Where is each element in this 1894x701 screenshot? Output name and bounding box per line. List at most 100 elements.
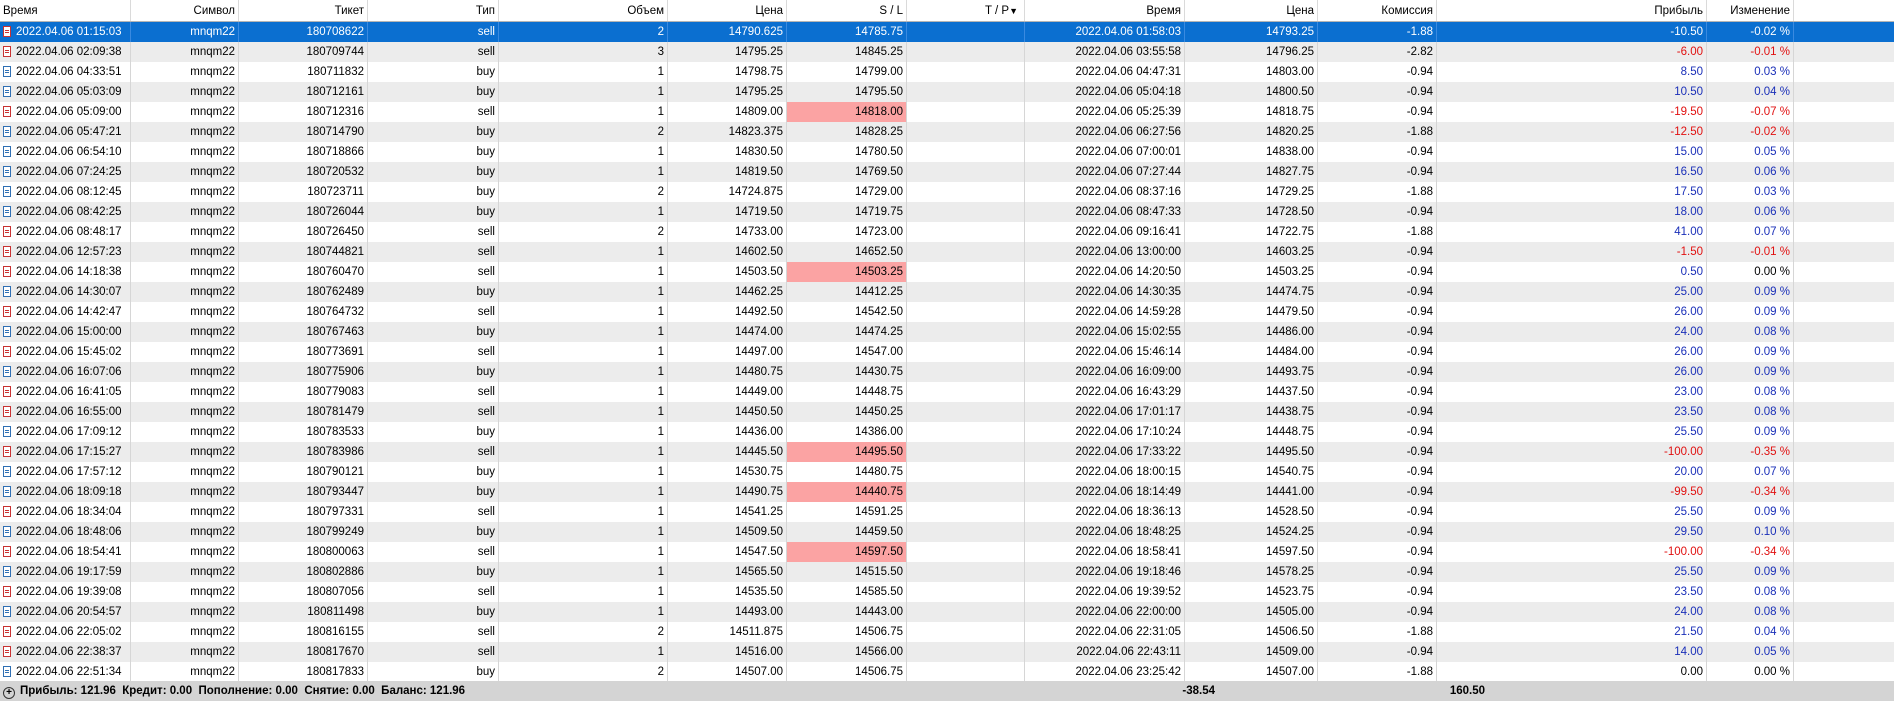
- table-row[interactable]: 2022.04.06 16:41:05 mnqm22 180779083 sell 1 1…: [0, 382, 1894, 402]
- table-row[interactable]: 2022.04.06 02:09:38 mnqm22 180709744 sell 3 1…: [0, 42, 1894, 62]
- table-row[interactable]: 2022.04.06 06:54:10 mnqm22 180718866 buy 1 14…: [0, 142, 1894, 162]
- table-row[interactable]: 2022.04.06 19:17:59 mnqm22 180802886 buy 1 14…: [0, 562, 1894, 582]
- cell-open-time: 2022.04.06 14:30:07: [0, 282, 131, 302]
- table-row[interactable]: 2022.04.06 18:34:04 mnqm22 180797331 sell 1 1…: [0, 502, 1894, 522]
- cell-take-profit: [907, 642, 1025, 662]
- cell-open-price: 14474.00: [668, 322, 787, 342]
- cell-close-price: 14493.75: [1185, 362, 1318, 382]
- sell-order-icon: [3, 446, 11, 457]
- cell-volume: 2: [499, 182, 668, 202]
- table-row[interactable]: 2022.04.06 14:42:47 mnqm22 180764732 sell 1 1…: [0, 302, 1894, 322]
- buy-order-icon: [3, 286, 11, 297]
- cell-volume: 1: [499, 342, 668, 362]
- table-row[interactable]: 2022.04.06 05:09:00 mnqm22 180712316 sell 1 1…: [0, 102, 1894, 122]
- table-row[interactable]: 2022.04.06 19:39:08 mnqm22 180807056 sell 1 1…: [0, 582, 1894, 602]
- cell-change: 0.07 %: [1707, 462, 1794, 482]
- open-time-text: 2022.04.06 17:09:12: [16, 426, 122, 438]
- table-row[interactable]: 2022.04.06 05:03:09 mnqm22 180712161 buy 1 14…: [0, 82, 1894, 102]
- expand-plus-icon[interactable]: +: [3, 687, 15, 699]
- table-row[interactable]: 2022.04.06 22:38:37 mnqm22 180817670 sell 1 1…: [0, 642, 1894, 662]
- table-row[interactable]: 2022.04.06 05:47:21 mnqm22 180714790 buy 2 14…: [0, 122, 1894, 142]
- header-symbol[interactable]: Символ: [131, 0, 239, 21]
- open-time-text: 2022.04.06 22:05:02: [16, 626, 122, 638]
- sell-order-icon: [3, 266, 11, 277]
- cell-type: buy: [368, 422, 499, 442]
- header-type[interactable]: Тип: [368, 0, 499, 21]
- table-row[interactable]: 2022.04.06 14:18:38 mnqm22 180760470 sell 1 1…: [0, 262, 1894, 282]
- cell-volume: 1: [499, 502, 668, 522]
- cell-open-time: 2022.04.06 20:54:57: [0, 602, 131, 622]
- header-take-profit[interactable]: T / P ▼: [907, 0, 1025, 21]
- cell-change: 0.04 %: [1707, 82, 1794, 102]
- header-ticket[interactable]: Тикет: [239, 0, 368, 21]
- cell-change: 0.09 %: [1707, 302, 1794, 322]
- table-row[interactable]: 2022.04.06 15:45:02 mnqm22 180773691 sell 1 1…: [0, 342, 1894, 362]
- cell-stop-loss: 14652.50: [787, 242, 907, 262]
- table-row[interactable]: 2022.04.06 08:48:17 mnqm22 180726450 sell 2 1…: [0, 222, 1894, 242]
- table-row[interactable]: 2022.04.06 22:05:02 mnqm22 180816155 sell 2 1…: [0, 622, 1894, 642]
- cell-open-time: 2022.04.06 18:09:18: [0, 482, 131, 502]
- table-row[interactable]: 2022.04.06 17:57:12 mnqm22 180790121 buy 1 14…: [0, 462, 1894, 482]
- header-commission[interactable]: Комиссия: [1318, 0, 1437, 21]
- cell-stop-loss: 14440.75: [787, 482, 907, 502]
- cell-type: buy: [368, 162, 499, 182]
- table-row[interactable]: 2022.04.06 17:15:27 mnqm22 180783986 sell 1 1…: [0, 442, 1894, 462]
- cell-open-price: 14719.50: [668, 202, 787, 222]
- table-row[interactable]: 2022.04.06 22:51:34 mnqm22 180817833 buy 2 14…: [0, 662, 1894, 682]
- header-open-price[interactable]: Цена: [668, 0, 787, 21]
- cell-commission: -0.94: [1318, 322, 1437, 342]
- table-row[interactable]: 2022.04.06 16:55:00 mnqm22 180781479 sell 1 1…: [0, 402, 1894, 422]
- cell-close-time: 2022.04.06 22:31:05: [1025, 622, 1185, 642]
- cell-close-time: 2022.04.06 18:00:15: [1025, 462, 1185, 482]
- table-row[interactable]: 2022.04.06 18:54:41 mnqm22 180800063 sell 1 1…: [0, 542, 1894, 562]
- table-row[interactable]: 2022.04.06 15:00:00 mnqm22 180767463 buy 1 14…: [0, 322, 1894, 342]
- cell-open-time: 2022.04.06 16:55:00: [0, 402, 131, 422]
- cell-commission: -1.88: [1318, 22, 1437, 42]
- table-row[interactable]: 2022.04.06 07:24:25 mnqm22 180720532 buy 1 14…: [0, 162, 1894, 182]
- cell-close-time: 2022.04.06 15:46:14: [1025, 342, 1185, 362]
- cell-profit: -100.00: [1437, 542, 1707, 562]
- cell-take-profit: [907, 522, 1025, 542]
- table-row[interactable]: 2022.04.06 04:33:51 mnqm22 180711832 buy 1 14…: [0, 62, 1894, 82]
- table-row[interactable]: 2022.04.06 12:57:23 mnqm22 180744821 sell 1 1…: [0, 242, 1894, 262]
- header-volume[interactable]: Объем: [499, 0, 668, 21]
- header-change[interactable]: Изменение: [1707, 0, 1794, 21]
- table-row[interactable]: 2022.04.06 17:09:12 mnqm22 180783533 buy 1 14…: [0, 422, 1894, 442]
- cell-close-price: 14796.25: [1185, 42, 1318, 62]
- cell-take-profit: [907, 262, 1025, 282]
- cell-close-price: 14728.50: [1185, 202, 1318, 222]
- header-stop-loss[interactable]: S / L: [787, 0, 907, 21]
- cell-type: sell: [368, 342, 499, 362]
- buy-order-icon: [3, 526, 11, 537]
- cell-type: buy: [368, 522, 499, 542]
- cell-symbol: mnqm22: [131, 642, 239, 662]
- cell-commission: -0.94: [1318, 422, 1437, 442]
- cell-take-profit: [907, 302, 1025, 322]
- cell-open-time: 2022.04.06 17:09:12: [0, 422, 131, 442]
- open-time-text: 2022.04.06 01:15:03: [16, 26, 122, 38]
- cell-close-time: 2022.04.06 05:04:18: [1025, 82, 1185, 102]
- cell-type: sell: [368, 642, 499, 662]
- table-row[interactable]: 2022.04.06 08:12:45 mnqm22 180723711 buy 2 14…: [0, 182, 1894, 202]
- table-row[interactable]: 2022.04.06 08:42:25 mnqm22 180726044 buy 1 14…: [0, 202, 1894, 222]
- cell-symbol: mnqm22: [131, 102, 239, 122]
- cell-profit: 26.00: [1437, 362, 1707, 382]
- table-row[interactable]: 2022.04.06 14:30:07 mnqm22 180762489 buy 1 14…: [0, 282, 1894, 302]
- table-row[interactable]: 2022.04.06 18:48:06 mnqm22 180799249 buy 1 14…: [0, 522, 1894, 542]
- cell-symbol: mnqm22: [131, 262, 239, 282]
- cell-take-profit: [907, 382, 1025, 402]
- header-close-time[interactable]: Время: [1025, 0, 1185, 21]
- cell-open-price: 14530.75: [668, 462, 787, 482]
- header-close-price[interactable]: Цена: [1185, 0, 1318, 21]
- table-row[interactable]: 2022.04.06 18:09:18 mnqm22 180793447 buy 1 14…: [0, 482, 1894, 502]
- header-profit[interactable]: Прибыль: [1437, 0, 1707, 21]
- cell-open-time: 2022.04.06 17:15:27: [0, 442, 131, 462]
- table-row[interactable]: 2022.04.06 16:07:06 mnqm22 180775906 buy 1 14…: [0, 362, 1894, 382]
- table-row[interactable]: 2022.04.06 20:54:57 mnqm22 180811498 buy 1 14…: [0, 602, 1894, 622]
- header-open-time[interactable]: Время: [0, 0, 131, 21]
- cell-volume: 1: [499, 82, 668, 102]
- cell-volume: 1: [499, 322, 668, 342]
- cell-ticket: 180767463: [239, 322, 368, 342]
- history-table: Время Символ Тикет Тип Объем Цена S / L …: [0, 0, 1894, 682]
- table-row[interactable]: 2022.04.06 01:15:03 mnqm22 180708622 sell 2 1…: [0, 22, 1894, 42]
